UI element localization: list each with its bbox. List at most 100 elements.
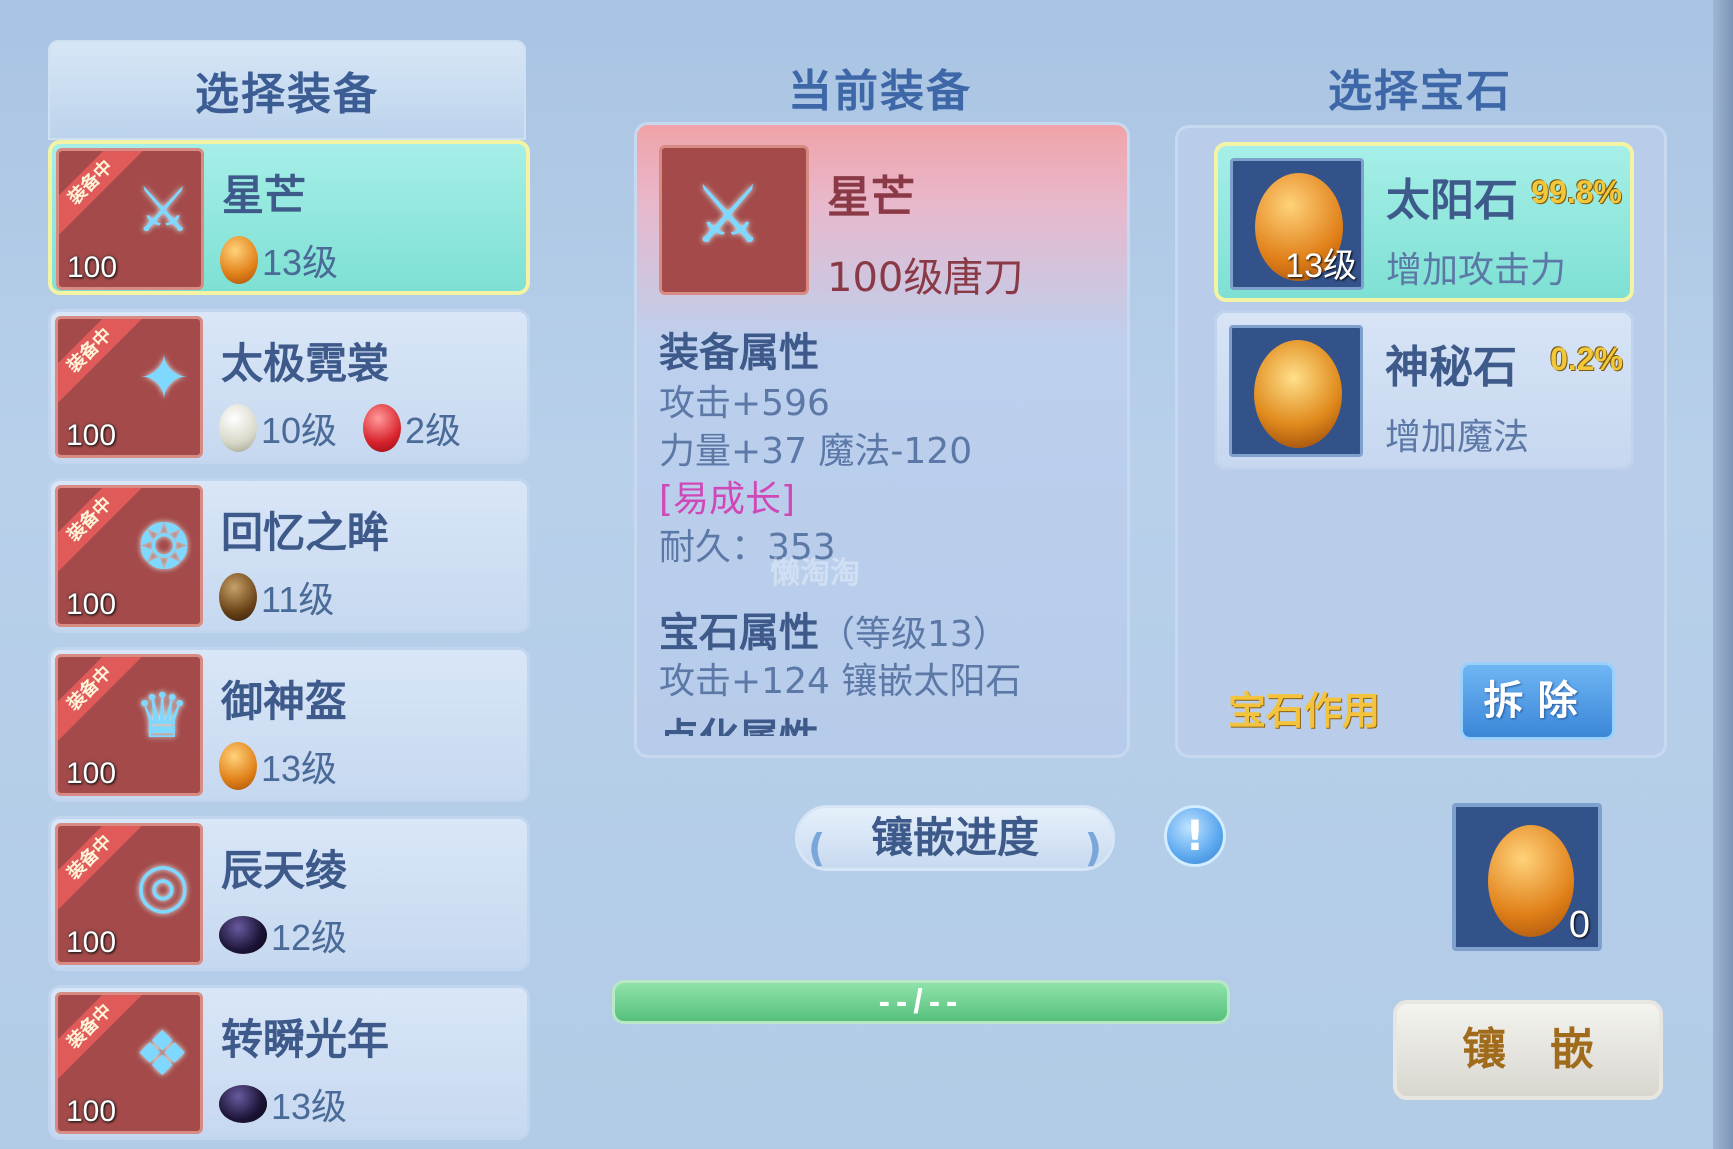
gem-level: 13级 — [271, 1086, 348, 1127]
dark-gem-icon — [219, 1085, 267, 1123]
equipment-item-taiji-nichang[interactable]: 装备中 ✦ 100 太极霓裳 10级 2级 — [48, 309, 530, 464]
equipment-name: 回忆之眸 — [221, 508, 390, 557]
current-equipment-thumb: ⚔ — [659, 145, 809, 295]
brown-gem-icon — [219, 573, 257, 621]
equipment-gems: 12级 — [219, 909, 373, 961]
blade-icon: ⚔ — [135, 173, 191, 246]
select-equipment-header: 选择装备 — [48, 40, 526, 140]
remove-gem-button[interactable]: 拆除 — [1460, 662, 1615, 740]
equipment-thumb: 装备中 ❂ 100 — [55, 485, 203, 627]
red-gem-icon — [363, 404, 402, 452]
equipment-list: 装备中 ⚔ 100 星芒 13级 装备中 ✦ 100 太极霓裳 10级 2级 装… — [48, 140, 530, 1149]
equipment-item-zhuanshun-guangnian[interactable]: 装备中 ❖ 100 转瞬光年 13级 — [48, 985, 530, 1140]
equipment-level: 100 — [66, 419, 117, 452]
equipment-level: 100 — [66, 588, 117, 621]
attribute-line: 力量+37 魔法-120 — [659, 431, 973, 472]
gem-level: 13级 — [262, 242, 339, 283]
equipped-ribbon: 装备中 — [58, 488, 143, 573]
equipment-thumb: 装备中 ♛ 100 — [55, 654, 203, 796]
equipment-level: 100 — [66, 926, 117, 959]
selected-gem-slot[interactable]: 0 — [1452, 803, 1602, 951]
necklace-icon: ❂ — [138, 510, 190, 583]
gem-item-sun-stone[interactable]: 13级 太阳石 99.8% 增加攻击力 — [1214, 142, 1634, 302]
equipment-thumb: 装备中 ⚔ 100 — [56, 148, 204, 290]
equipment-item-huiyi-zhimou[interactable]: 装备中 ❂ 100 回忆之眸 11级 — [48, 478, 530, 633]
gem-level: 10级 — [261, 410, 338, 451]
gem-level: 12级 — [271, 917, 348, 958]
helmet-icon: ♛ — [134, 679, 190, 752]
equipped-ribbon: 装备中 — [58, 995, 143, 1080]
equipped-ribbon: 装备中 — [58, 657, 143, 742]
gem-item-mystery-stone[interactable]: 神秘石 0.2% 增加魔法 — [1214, 310, 1634, 470]
current-equipment-name: 星芒 — [827, 172, 915, 223]
gem-level: 11级 — [261, 579, 335, 620]
gem-thumb: 13级 — [1230, 158, 1364, 290]
equipped-ribbon: 装备中 — [59, 151, 144, 236]
equipment-level: 100 — [67, 251, 118, 284]
equipment-gems: 13级 — [219, 740, 363, 792]
gem-level: 2级 — [405, 410, 462, 451]
equipment-thumb: 装备中 ◎ 100 — [55, 823, 203, 965]
progress-value: --/-- — [878, 983, 964, 1021]
orange-gem-icon — [220, 236, 258, 284]
equipment-attributes: 装备属性 攻击+596 力量+37 魔法-120 [易成长] 耐久：353 宝石… — [659, 320, 1117, 736]
equipment-gems: 11级 — [219, 571, 360, 623]
equipment-name: 星芒 — [222, 171, 307, 220]
attributes-heading: 装备属性 — [659, 330, 819, 376]
current-equipment-card[interactable]: ⚔ 星芒 100级唐刀 装备属性 攻击+596 力量+37 魔法-120 [易成… — [634, 122, 1130, 758]
gem-level-note: （等级13） — [819, 614, 1009, 655]
orange-gem-icon — [219, 742, 257, 790]
attribute-line: 攻击+596 — [659, 383, 830, 424]
window-frame-edge — [1713, 0, 1733, 1149]
gem-description: 增加攻击力 — [1386, 250, 1567, 291]
equipment-gems: 13级 — [220, 234, 364, 286]
equipment-thumb: 装备中 ❖ 100 — [55, 992, 203, 1134]
inlay-progress-label: ( 镶嵌进度 ) — [795, 805, 1115, 871]
equipped-ribbon: 装备中 — [58, 826, 143, 911]
equipment-name: 太极霓裳 — [221, 339, 390, 388]
gem-attribute-line: 攻击+124 镶嵌太阳石 — [659, 661, 1022, 702]
mystery-stone-icon — [1254, 340, 1342, 448]
gem-thumb — [1229, 325, 1363, 457]
inlay-button[interactable]: 镶嵌 — [1393, 1000, 1663, 1100]
gem-effect-link[interactable]: 宝石作用 — [1228, 680, 1380, 735]
gem-count: 0 — [1568, 904, 1590, 946]
equipment-item-xingmang[interactable]: 装备中 ⚔ 100 星芒 13级 — [48, 140, 530, 295]
inlay-progress-bar: --/-- — [612, 980, 1230, 1024]
enlighten-attributes-heading: 点化属性 — [659, 706, 1117, 736]
durability: 耐久：353 — [659, 527, 836, 568]
white-gem-icon — [219, 404, 257, 452]
info-icon[interactable]: ! — [1164, 805, 1226, 867]
gem-name: 神秘石 — [1385, 342, 1517, 393]
dark-gem-icon — [219, 916, 267, 954]
armor-icon: ✦ — [138, 341, 190, 414]
equipment-item-chentian-ling[interactable]: 装备中 ◎ 100 辰天绫 12级 — [48, 816, 530, 971]
scroll-ornament-left-icon: ( — [808, 826, 826, 870]
inlay-progress-text: 镶嵌进度 — [870, 813, 1039, 862]
gem-attributes-label: 宝石属性 — [659, 610, 819, 656]
equipment-name: 转瞬光年 — [221, 1015, 390, 1064]
equipment-thumb: 装备中 ✦ 100 — [55, 316, 203, 458]
watermark: 懒淘淘 — [770, 556, 860, 591]
blade-icon: ⚔ — [692, 168, 764, 261]
gem-attributes-heading: 宝石属性（等级13） — [659, 600, 1117, 658]
select-gem-title: 选择宝石 — [1328, 66, 1512, 117]
gem-name: 太阳石 — [1386, 175, 1518, 226]
current-equipment-type: 100级唐刀 — [827, 255, 1024, 301]
equipment-name: 辰天绫 — [221, 846, 348, 895]
growth-tag: [易成长] — [659, 479, 796, 520]
gem-success-rate: 99.8% — [1531, 174, 1622, 210]
boots-icon: ❖ — [134, 1017, 190, 1090]
belt-icon: ◎ — [135, 848, 190, 921]
sun-stone-icon — [1488, 825, 1574, 937]
gem-description: 增加魔法 — [1385, 417, 1530, 458]
gem-success-rate: 0.2% — [1550, 341, 1623, 377]
current-equipment-title: 当前装备 — [788, 66, 972, 117]
equipment-level: 100 — [66, 757, 117, 790]
equipment-item-yushen-kui[interactable]: 装备中 ♛ 100 御神盔 13级 — [48, 647, 530, 802]
equipment-gems: 13级 — [219, 1078, 373, 1130]
scroll-ornament-right-icon: ) — [1084, 826, 1102, 870]
gem-level: 13级 — [1285, 247, 1357, 285]
equipment-gems: 10级 2级 — [219, 402, 487, 454]
gem-level: 13级 — [261, 748, 338, 789]
